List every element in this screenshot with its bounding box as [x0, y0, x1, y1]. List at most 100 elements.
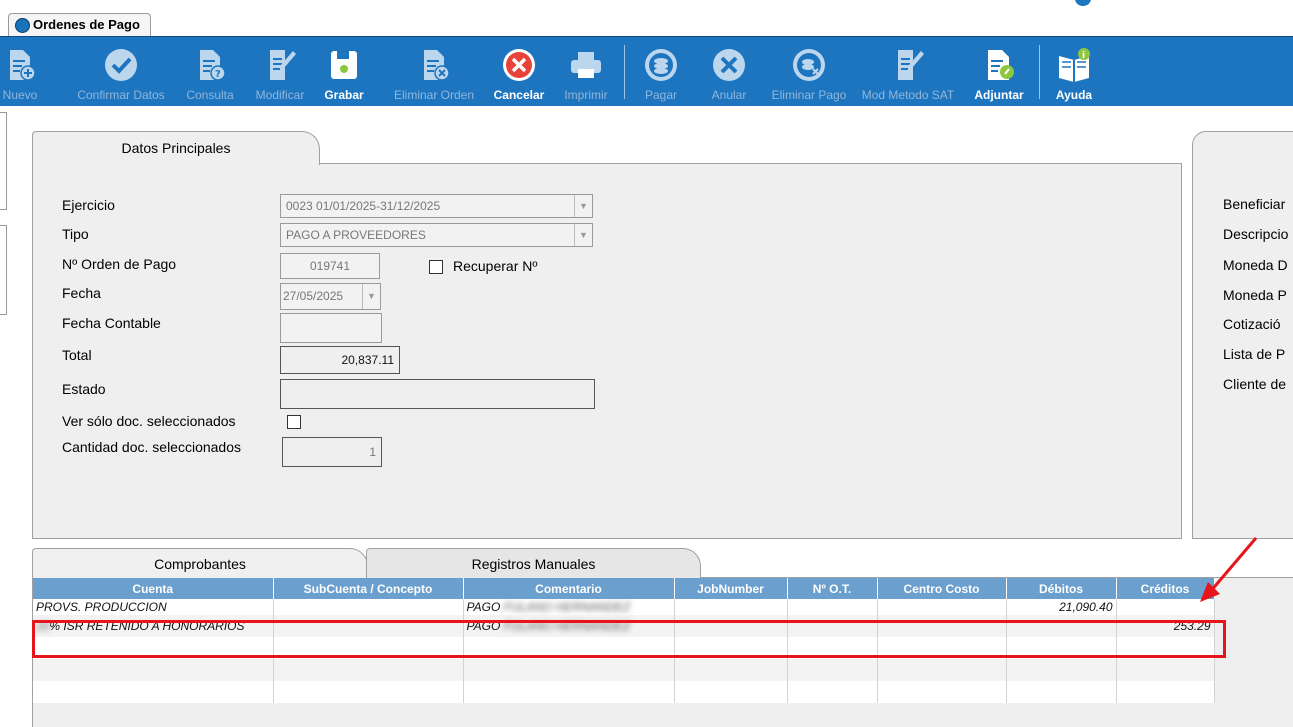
app-drop-icon: [15, 18, 30, 33]
table-row[interactable]: [33, 637, 1215, 659]
save-button[interactable]: Grabar: [322, 37, 366, 106]
tab-comprobantes[interactable]: Comprobantes: [32, 548, 368, 579]
fecha-contable-label: Fecha Contable: [62, 315, 161, 331]
col-cuenta[interactable]: Cuenta: [33, 578, 274, 599]
svg-text:i: i: [1082, 51, 1085, 61]
recuperar-label: Recuperar Nº: [453, 258, 538, 274]
total-label: Total: [62, 347, 92, 363]
modify-sat-method-button[interactable]: Mod Metodo SAT: [860, 37, 956, 106]
beneficiary-panel: [1192, 131, 1293, 539]
cotizacion-label: Cotizació: [1223, 316, 1281, 332]
print-button[interactable]: Imprimir: [558, 37, 614, 106]
ejercicio-label: Ejercicio: [62, 197, 115, 213]
svg-text:?: ?: [215, 69, 221, 80]
redacted-text: FULANO HERNANDEZ: [503, 600, 631, 614]
col-centro-costo[interactable]: Centro Costo: [877, 578, 1007, 599]
side-panel-stub[interactable]: [0, 225, 7, 315]
attach-icon: [988, 50, 1014, 80]
app-drop-icon: [1075, 0, 1091, 6]
cell-centro-costo[interactable]: [877, 599, 1007, 615]
tab-registros-manuales[interactable]: Registros Manuales: [366, 548, 701, 579]
doc-edit-icon: [898, 50, 924, 80]
cell-centro-costo[interactable]: [877, 615, 1007, 637]
col-subcuenta[interactable]: SubCuenta / Concepto: [273, 578, 464, 599]
coins-icon: [645, 49, 677, 81]
cell-ot[interactable]: [787, 615, 878, 637]
cell-subcuenta[interactable]: [273, 599, 464, 615]
col-creditos[interactable]: Créditos: [1116, 578, 1215, 599]
check-icon: [105, 49, 137, 81]
table-row[interactable]: 10% ISR RETENIDO A HONORARIOS PAGO FULAN…: [33, 615, 1215, 637]
moneda-p-label: Moneda P: [1223, 287, 1287, 303]
ver-solo-checkbox[interactable]: [287, 415, 301, 429]
x-circle-icon: [713, 49, 745, 81]
redacted-text: 10: [36, 619, 50, 633]
help-book-icon: i: [1059, 48, 1090, 82]
fecha-date-picker[interactable]: 27/05/2025 ▼: [280, 283, 381, 310]
pay-button[interactable]: Pagar: [636, 37, 686, 106]
cell-ot[interactable]: [787, 599, 878, 615]
estado-label: Estado: [62, 381, 106, 397]
ver-solo-label: Ver sólo doc. seleccionados: [62, 413, 236, 429]
cantidad-field[interactable]: 1: [282, 437, 382, 467]
cell-comentario[interactable]: PAGO FULANO HERNANDEZ: [463, 599, 675, 615]
cell-creditos[interactable]: 253.29: [1116, 615, 1215, 637]
print-icon: [571, 52, 601, 78]
doc-delete-icon: [424, 50, 450, 81]
recuperar-checkbox[interactable]: [429, 260, 443, 274]
cantidad-label: Cantidad doc. seleccionados: [62, 439, 242, 455]
window-tab[interactable]: Ordenes de Pago: [8, 13, 151, 36]
side-panel-stub[interactable]: [0, 112, 7, 210]
cancel-icon: [503, 49, 535, 81]
cell-debitos[interactable]: 21,090.40: [1006, 599, 1117, 615]
lista-precios-label: Lista de P: [1223, 346, 1286, 362]
cell-cuenta[interactable]: PROVS. PRODUCCION: [33, 599, 274, 615]
save-icon: [331, 51, 357, 79]
doc-edit-icon: [270, 50, 296, 80]
main-data-panel: [32, 163, 1182, 539]
cell-jobnumber[interactable]: [674, 615, 788, 637]
chevron-down-icon[interactable]: ▼: [574, 195, 592, 217]
total-field[interactable]: 20,837.11: [280, 346, 400, 374]
attach-button[interactable]: Adjuntar: [968, 37, 1030, 106]
table-row[interactable]: [33, 659, 1215, 681]
cell-debitos[interactable]: [1006, 615, 1117, 637]
tab-datos-principales[interactable]: Datos Principales: [32, 131, 320, 165]
chevron-down-icon[interactable]: ▼: [362, 284, 380, 309]
help-button[interactable]: i Ayuda: [1051, 37, 1097, 106]
table-header-row: Cuenta SubCuenta / Concepto Comentario J…: [33, 578, 1215, 599]
col-debitos[interactable]: Débitos: [1006, 578, 1117, 599]
col-comentario[interactable]: Comentario: [463, 578, 675, 599]
ejercicio-select[interactable]: 0023 01/01/2025-31/12/2025 ▼: [280, 194, 593, 218]
manual-entries-table: Cuenta SubCuenta / Concepto Comentario J…: [33, 578, 1215, 703]
col-ot[interactable]: Nº O.T.: [787, 578, 878, 599]
doc-add-icon: [10, 50, 36, 81]
beneficiario-label: Beneficiar: [1223, 196, 1286, 212]
delete-order-button[interactable]: Eliminar Orden: [386, 37, 482, 106]
table-row[interactable]: [33, 681, 1215, 703]
table-row[interactable]: PROVS. PRODUCCION PAGO FULANO HERNANDEZ …: [33, 599, 1215, 615]
coins-delete-icon: [793, 49, 825, 81]
col-jobnumber[interactable]: JobNumber: [674, 578, 788, 599]
moneda-d-label: Moneda D: [1223, 257, 1288, 273]
cell-jobnumber[interactable]: [674, 599, 788, 615]
cell-creditos[interactable]: [1116, 599, 1215, 615]
cell-comentario[interactable]: PAGO FULANO HERNANDEZ: [463, 615, 675, 637]
cliente-label: Cliente de: [1223, 376, 1287, 392]
toolbar: Nuevo Confirmar Datos ? Consulta Modific…: [0, 36, 1293, 106]
orden-number-field[interactable]: 019741: [280, 253, 380, 279]
new-button[interactable]: Nuevo: [0, 37, 40, 106]
fecha-contable-field[interactable]: [280, 313, 382, 343]
tipo-label: Tipo: [62, 226, 89, 242]
doc-question-icon: ?: [200, 50, 226, 81]
cell-subcuenta[interactable]: [273, 615, 464, 637]
descripcion-label: Descripcio: [1223, 226, 1289, 242]
estado-field[interactable]: [280, 379, 595, 409]
cell-cuenta[interactable]: 10% ISR RETENIDO A HONORARIOS: [33, 615, 274, 637]
fecha-label: Fecha: [62, 285, 101, 301]
chevron-down-icon[interactable]: ▼: [574, 224, 592, 246]
tipo-select[interactable]: PAGO A PROVEEDORES ▼: [280, 223, 593, 247]
orden-label: Nº Orden de Pago: [62, 256, 177, 272]
redacted-text: FULANO HERNANDEZ: [503, 619, 631, 633]
window-title: Ordenes de Pago: [33, 17, 140, 32]
